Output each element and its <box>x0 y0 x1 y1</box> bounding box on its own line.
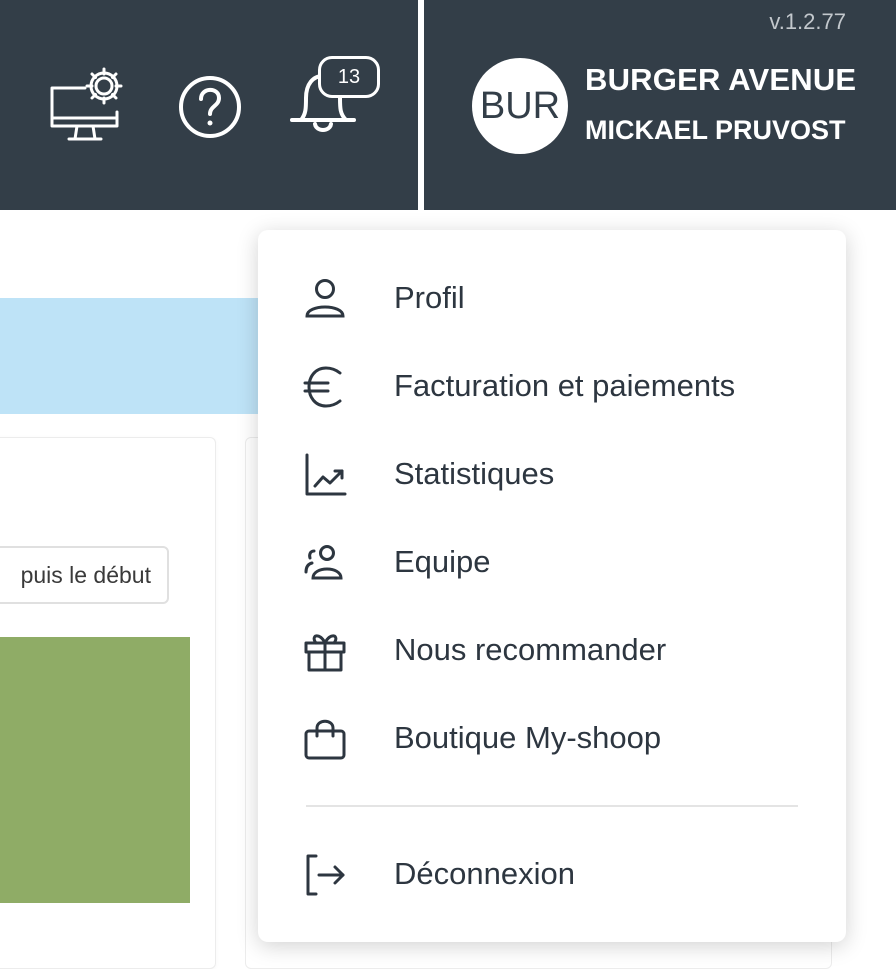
company-name[interactable]: BURGER AVENUE <box>585 62 856 98</box>
logout-icon <box>306 854 345 896</box>
header-divider <box>418 0 424 210</box>
menu-item-label: Equipe <box>394 544 491 579</box>
dropdown-caret <box>617 214 649 231</box>
team-icon <box>304 545 343 580</box>
user-dropdown-menu: Profil Facturation et paiements Statisti… <box>258 230 846 942</box>
gift-icon <box>304 634 346 672</box>
menu-item-team[interactable]: Equipe <box>258 527 846 597</box>
app-version: v.1.2.77 <box>769 9 846 34</box>
shopping-bag-icon <box>304 719 346 760</box>
menu-item-label: Nous recommander <box>394 632 667 667</box>
menu-item-label: Profil <box>394 280 465 315</box>
period-filter-button[interactable]: puis le début <box>0 546 169 604</box>
monitor-settings-icon[interactable] <box>47 62 131 144</box>
notification-count-badge[interactable]: 13 <box>318 56 380 98</box>
chart-block <box>0 637 190 903</box>
menu-item-label: Facturation et paiements <box>394 368 736 403</box>
top-header-bar: v.1.2.77 13 BUR BURGER AVENUE MICKAEL PR… <box>0 0 896 210</box>
menu-item-label: Déconnexion <box>394 856 575 891</box>
menu-item-recommend[interactable]: Nous recommander <box>258 615 846 685</box>
euro-icon <box>303 366 342 408</box>
user-name[interactable]: MICKAEL PRUVOST <box>585 115 846 146</box>
menu-item-statistics[interactable]: Statistiques <box>258 439 846 509</box>
menu-item-label: Boutique My-shoop <box>394 720 662 755</box>
menu-item-billing[interactable]: Facturation et paiements <box>258 351 846 421</box>
menu-item-profil[interactable]: Profil <box>258 263 846 333</box>
menu-item-shop[interactable]: Boutique My-shoop <box>258 703 846 773</box>
help-icon[interactable] <box>177 74 243 140</box>
menu-item-label: Statistiques <box>394 456 555 491</box>
user-icon <box>305 279 345 318</box>
menu-item-logout[interactable]: Déconnexion <box>258 839 846 909</box>
menu-divider <box>306 805 798 807</box>
chart-icon <box>305 453 347 496</box>
avatar[interactable]: BUR <box>472 58 568 154</box>
info-banner <box>0 298 262 414</box>
